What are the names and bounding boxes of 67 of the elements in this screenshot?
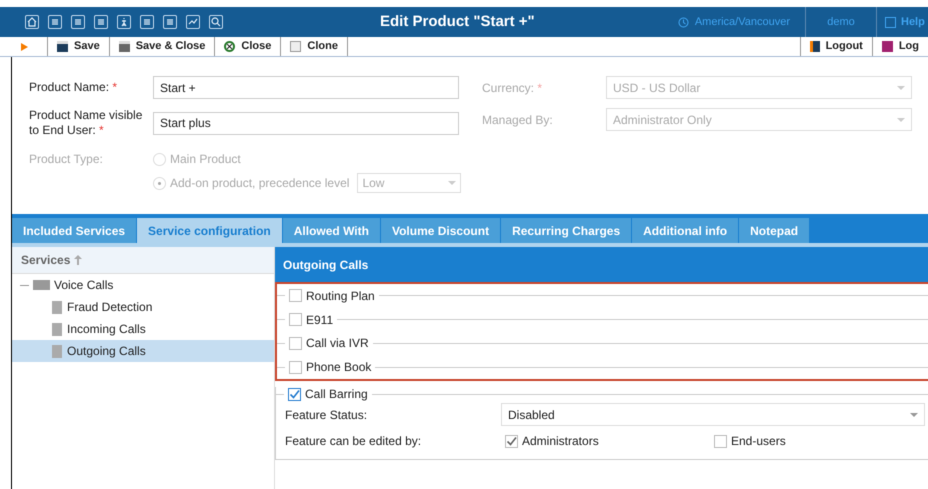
feature-label: Call Barring: [305, 386, 368, 403]
document-icon: [52, 322, 62, 336]
checkbox[interactable]: [289, 313, 302, 326]
checkbox[interactable]: [289, 289, 302, 302]
field-label: Feature Status:: [285, 406, 368, 424]
user-link[interactable]: demo: [827, 14, 855, 30]
field-label: Product Name: *: [29, 80, 118, 95]
home-icon[interactable]: [25, 15, 39, 29]
tree-item[interactable]: Voice Calls: [54, 276, 114, 294]
toolbar-button[interactable]: Close: [215, 37, 282, 56]
radio-label: Main Product: [170, 151, 241, 168]
field-label: Product Name visible to End User: *: [29, 108, 144, 138]
dropdown-icon: [448, 181, 456, 185]
text-field[interactable]: Start +: [153, 76, 459, 99]
tree-item[interactable]: Outgoing Calls: [12, 340, 274, 362]
tab[interactable]: Recurring Charges: [501, 218, 632, 243]
toolbar-button[interactable]: Clone: [281, 37, 348, 56]
dropdown-icon: [897, 86, 905, 90]
chart-icon[interactable]: [186, 15, 200, 29]
radio-label: Add-on product, precedence level: [170, 175, 350, 192]
folder-icon: [33, 280, 50, 290]
close-icon: [224, 41, 236, 52]
field-label: Currency: *: [482, 80, 544, 96]
field-label: Product Type:: [29, 151, 104, 168]
toolbar-button[interactable]: Logout: [800, 37, 872, 56]
tab[interactable]: Included Services: [12, 218, 136, 243]
tab[interactable]: Service configuration: [137, 218, 282, 243]
dropdown-icon: [897, 118, 905, 122]
feature-label: E911: [306, 312, 334, 329]
help-link[interactable]: Help: [901, 14, 925, 30]
panel-title: Outgoing Calls: [283, 256, 368, 274]
tab[interactable]: Additional info: [632, 218, 738, 243]
toolbar-button[interactable]: Save: [48, 37, 110, 56]
feature-label: Routing Plan: [306, 288, 375, 305]
list-icon[interactable]: [48, 15, 62, 29]
play-icon[interactable]: [20, 42, 28, 50]
tree-header-label[interactable]: Services: [21, 251, 70, 269]
checkbox[interactable]: [505, 434, 518, 448]
document-icon: [52, 344, 62, 358]
field-label: Managed By:: [482, 112, 554, 128]
feature-label: Call via IVR: [306, 335, 369, 352]
checkbox[interactable]: [289, 360, 302, 374]
document-icon: [52, 300, 62, 314]
page-title: Edit Product "Start +": [380, 12, 536, 32]
tree-item[interactable]: Incoming Calls: [12, 318, 274, 340]
select-field[interactable]: Disabled: [501, 403, 925, 426]
person-icon[interactable]: [117, 15, 131, 29]
timezone-link[interactable]: America/Vancouver: [694, 14, 790, 30]
tab[interactable]: Volume Discount: [380, 218, 500, 243]
feature-label: Phone Book: [306, 359, 372, 376]
sort-arrow-icon: [74, 255, 82, 265]
exit-door-icon: [810, 41, 820, 52]
checkbox[interactable]: [288, 388, 301, 400]
field-label: Feature can be edited by:: [285, 433, 422, 450]
clock-icon: [678, 16, 689, 28]
tree-item[interactable]: Fraud Detection: [12, 296, 274, 318]
dropdown-icon: [910, 412, 918, 416]
checkbox[interactable]: [714, 434, 727, 448]
checkbox-label: Administrators: [522, 433, 599, 450]
toolbar-button[interactable]: Save & Close: [110, 37, 216, 56]
text-field[interactable]: Start plus: [153, 112, 459, 134]
tab[interactable]: Allowed With: [282, 218, 380, 243]
checkbox-label: End-users: [731, 433, 786, 450]
checkbox[interactable]: [289, 336, 302, 350]
toolbar-button[interactable]: Log: [872, 37, 928, 56]
search-icon[interactable]: [209, 15, 223, 29]
tab[interactable]: Notepad: [739, 218, 810, 243]
